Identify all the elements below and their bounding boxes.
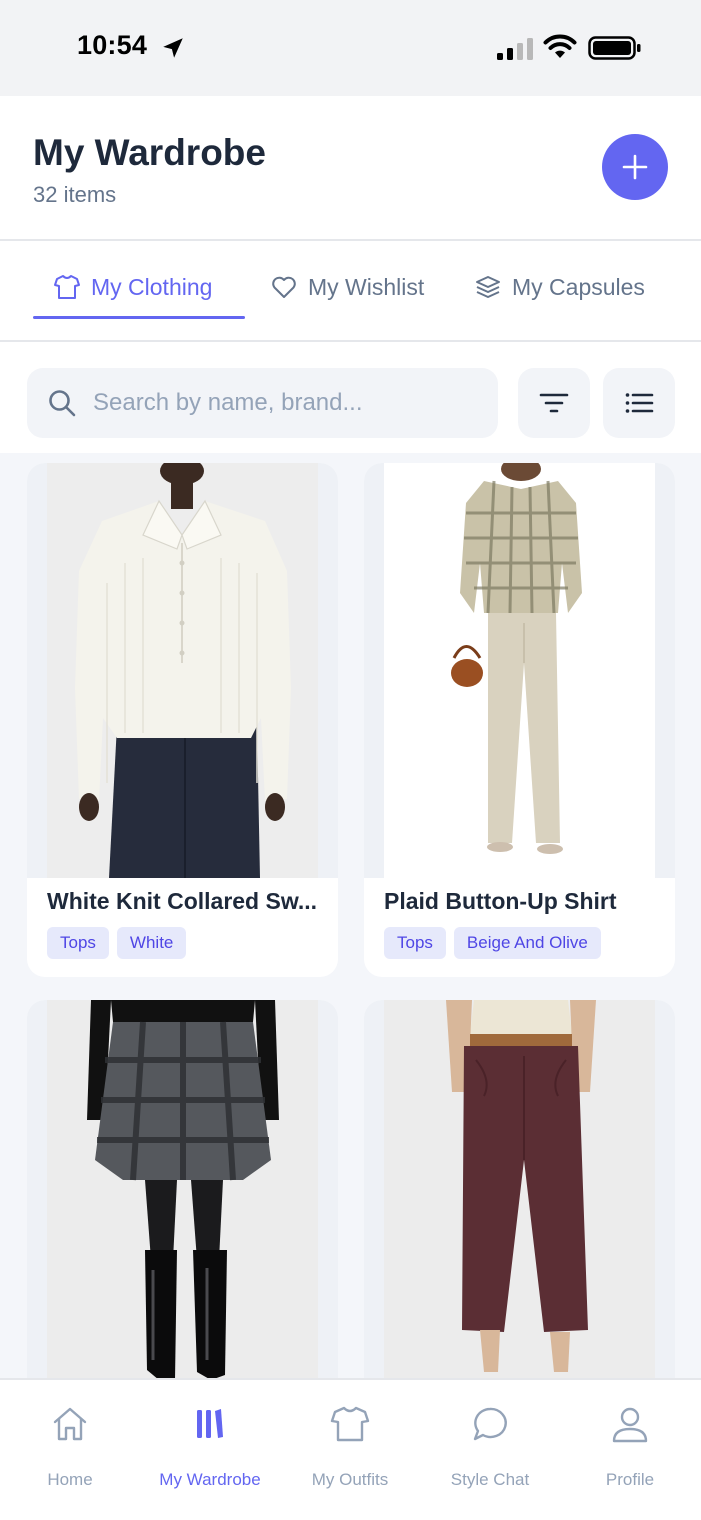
bottom-nav: Home My Wardrobe My Outfits Style Chat P… (0, 1378, 701, 1520)
layers-icon (476, 276, 500, 298)
tab-my-capsules[interactable]: My Capsules (474, 269, 645, 305)
search-box[interactable] (27, 368, 498, 438)
plus-icon (622, 154, 648, 180)
search-input[interactable] (93, 389, 473, 417)
filter-button[interactable] (518, 368, 590, 438)
nav-home[interactable]: Home (0, 1380, 140, 1520)
color-tag: White (116, 927, 187, 959)
home-icon (53, 1407, 87, 1441)
color-tag: Beige And Olive (453, 927, 601, 959)
tab-label: My Capsules (512, 273, 645, 300)
nav-label: Profile (605, 1470, 655, 1489)
nav-label: My Wardrobe (159, 1470, 261, 1489)
nav-profile[interactable]: Profile (560, 1380, 700, 1520)
clothing-image-container (27, 463, 338, 878)
wifi-icon (543, 34, 577, 58)
clothing-card[interactable] (27, 1000, 338, 1378)
clothing-card[interactable]: White Knit Collared Sw... Tops White (27, 463, 338, 977)
clothing-title: White Knit Collared Sw... (47, 888, 318, 914)
nav-style-chat[interactable]: Style Chat (420, 1380, 560, 1520)
tab-my-wishlist[interactable]: My Wishlist (270, 269, 424, 305)
item-count: 32 items (33, 182, 117, 207)
list-icon (625, 393, 654, 413)
clothing-photo (47, 1000, 318, 1378)
add-item-button[interactable] (602, 134, 668, 200)
nav-label: Home (47, 1470, 93, 1489)
search-row (0, 343, 701, 453)
shirt-icon (330, 1406, 370, 1442)
nav-label: Style Chat (450, 1470, 530, 1489)
battery-icon (588, 36, 641, 60)
clothing-image-container (364, 1000, 675, 1378)
location-arrow-icon (163, 38, 183, 58)
clothing-title: Plaid Button-Up Shirt (384, 888, 617, 914)
search-icon (49, 390, 76, 417)
nav-my-outfits[interactable]: My Outfits (280, 1380, 420, 1520)
tag-list: Tops White (47, 927, 318, 959)
tag-list: Tops Beige And Olive (384, 927, 655, 959)
clothing-grid: White Knit Collared Sw... Tops White Pla… (0, 453, 701, 1378)
tab-label: My Wishlist (308, 273, 425, 300)
list-view-button[interactable] (603, 368, 675, 438)
wardrobe-tabs: My Clothing My Wishlist My Capsules (0, 241, 701, 342)
category-tag: Tops (47, 927, 109, 959)
clothing-card[interactable]: Plaid Button-Up Shirt Tops Beige And Oli… (364, 463, 675, 977)
status-time: 10:54 (77, 30, 148, 60)
clothing-photo (384, 1000, 655, 1378)
status-bar: 10:54 (0, 0, 701, 96)
active-tab-indicator (33, 316, 245, 319)
profile-icon (612, 1407, 648, 1443)
clothing-image-container (364, 463, 675, 878)
tab-my-clothing[interactable]: My Clothing (53, 269, 212, 305)
shirt-icon (54, 275, 80, 299)
wardrobe-icon (197, 1409, 223, 1438)
wardrobe-header: My Wardrobe 32 items (0, 96, 701, 241)
clothing-image-container (27, 1000, 338, 1378)
page-title: My Wardrobe (33, 132, 266, 173)
chat-icon (473, 1407, 507, 1441)
clothing-photo (384, 463, 655, 878)
nav-my-wardrobe[interactable]: My Wardrobe (140, 1380, 280, 1520)
clothing-card[interactable] (364, 1000, 675, 1378)
category-tag: Tops (384, 927, 446, 959)
heart-icon (272, 276, 296, 298)
nav-label: My Outfits (311, 1470, 389, 1489)
clothing-photo (47, 463, 318, 878)
tab-label: My Clothing (91, 273, 213, 300)
filter-icon (539, 393, 569, 413)
cellular-signal-icon (497, 38, 533, 60)
